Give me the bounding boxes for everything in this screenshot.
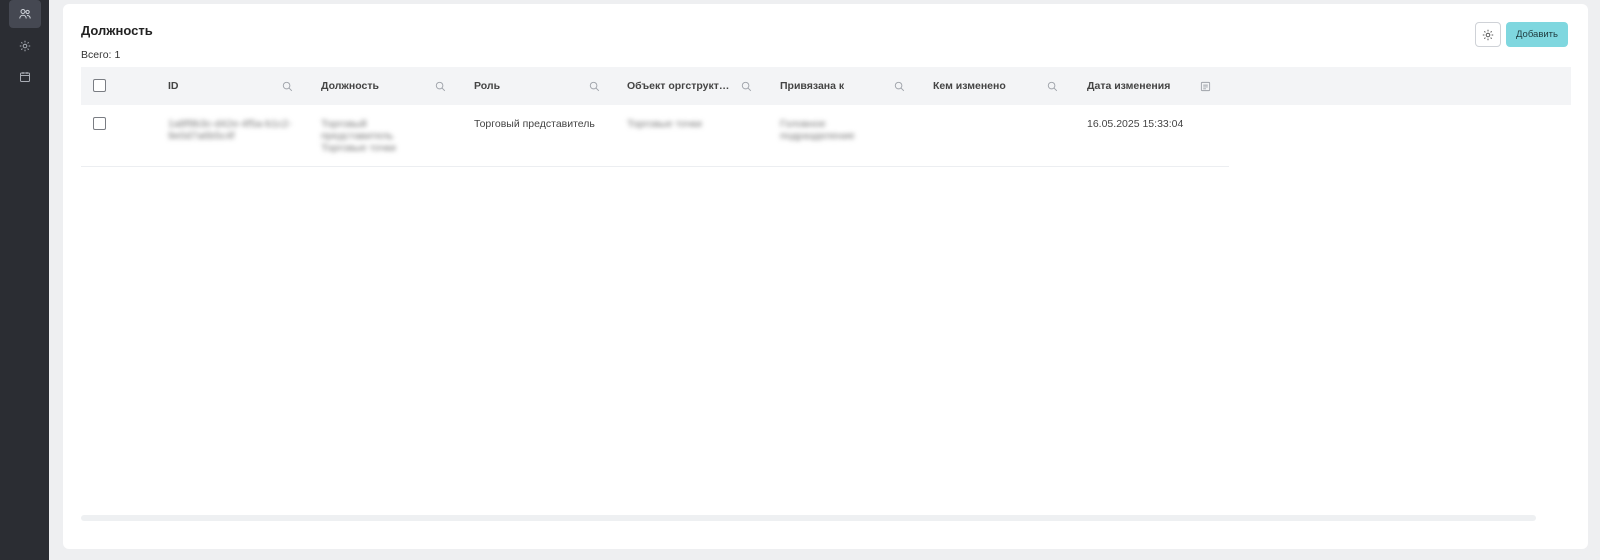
users-icon xyxy=(19,9,31,19)
cell-position: Торговый представитель Торговые точки xyxy=(321,118,396,154)
search-icon[interactable] xyxy=(588,80,600,92)
column-header-id[interactable]: ID xyxy=(168,67,278,105)
positions-table: ID Должность Роль Объект оргструкт… Прив… xyxy=(81,67,1571,523)
search-icon[interactable] xyxy=(434,80,446,92)
calendar-icon[interactable] xyxy=(1199,80,1211,92)
column-label: Должность xyxy=(321,80,379,92)
column-header-modified-by[interactable]: Кем изменено xyxy=(933,67,1043,105)
search-icon[interactable] xyxy=(281,80,293,92)
cell-id: 1a8f9b3c-d42e-4f5a-b1c2-9e0d7a6b5c4f xyxy=(168,118,292,142)
column-label: Привязана к xyxy=(780,80,845,92)
table-settings-button[interactable] xyxy=(1475,22,1501,47)
main-card: Должность Всего:1 Добавить ID Должность xyxy=(63,4,1588,549)
page-title: Должность xyxy=(81,23,153,38)
select-all-checkbox[interactable] xyxy=(93,79,106,92)
column-header-role[interactable]: Роль xyxy=(474,67,584,105)
column-label: ID xyxy=(168,80,179,92)
sidebar xyxy=(0,0,49,560)
column-header-modified-at[interactable]: Дата изменения xyxy=(1087,67,1197,105)
column-label: Объект оргструкт… xyxy=(627,80,730,92)
table-header: ID Должность Роль Объект оргструкт… Прив… xyxy=(81,67,1571,105)
total-count: Всего: 1 xyxy=(81,49,120,61)
table-row[interactable]: 1a8f9b3c-d42e-4f5a-b1c2-9e0d7a6b5c4f Тор… xyxy=(81,105,1229,167)
column-label: Кем изменено xyxy=(933,80,1006,92)
gear-icon xyxy=(1482,29,1494,40)
add-button[interactable]: Добавить xyxy=(1506,22,1568,47)
cell-bound-to: Головное подразделение xyxy=(780,118,855,142)
search-icon[interactable] xyxy=(740,80,752,92)
column-header-org-object[interactable]: Объект оргструкт… xyxy=(627,67,737,105)
column-label: Роль xyxy=(474,80,501,92)
gear-icon xyxy=(19,40,31,52)
total-label: Всего: xyxy=(81,49,112,61)
cell-modified-at: 16.05.2025 15:33:04 xyxy=(1087,118,1184,130)
cell-role: Торговый представитель xyxy=(474,118,595,130)
cell-org-object: Торговые точки xyxy=(627,118,702,130)
column-header-position[interactable]: Должность xyxy=(321,67,431,105)
sidebar-item-calendar[interactable] xyxy=(9,63,41,91)
total-value: 1 xyxy=(114,49,121,61)
sidebar-item-settings[interactable] xyxy=(9,32,41,60)
column-label: Дата изменения xyxy=(1087,80,1171,92)
row-checkbox[interactable] xyxy=(93,117,106,130)
search-icon[interactable] xyxy=(893,80,905,92)
search-icon[interactable] xyxy=(1046,80,1058,92)
calendar-icon xyxy=(20,72,30,82)
sidebar-item-users[interactable] xyxy=(9,0,41,28)
horizontal-scrollbar[interactable] xyxy=(81,515,1536,521)
column-header-bound-to[interactable]: Привязана к xyxy=(780,67,890,105)
